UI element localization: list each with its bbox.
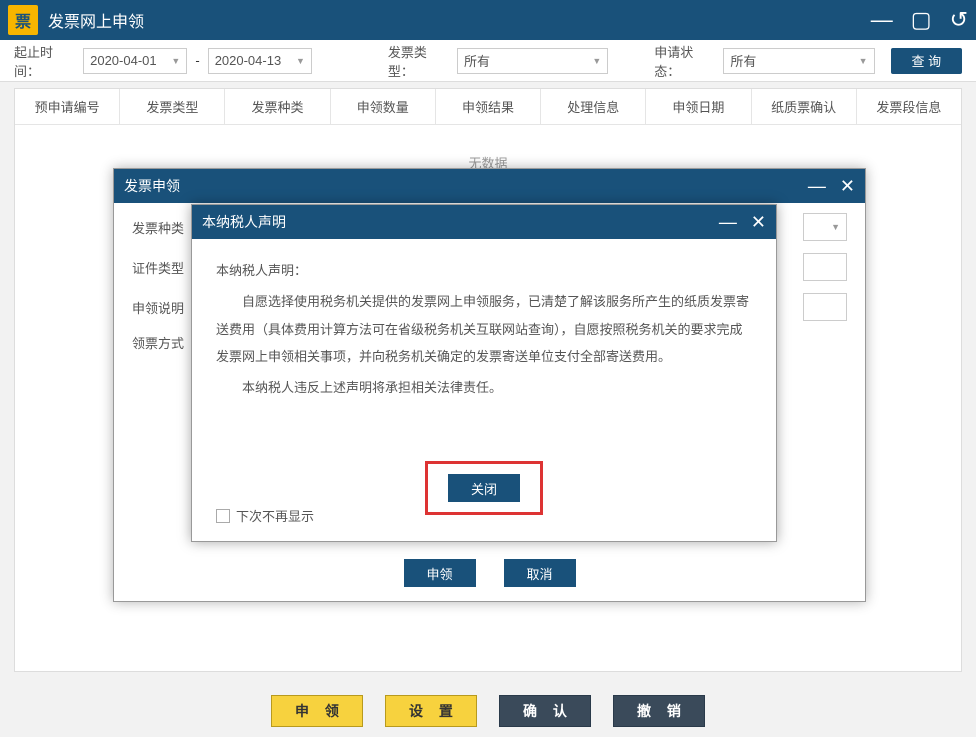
confirm-button[interactable]: 确 认 — [499, 695, 591, 727]
th-apply-date: 申领日期 — [646, 89, 751, 124]
revoke-button[interactable]: 撤 销 — [613, 695, 705, 727]
id-type-label: 证件类型 — [132, 258, 200, 277]
settings-button[interactable]: 设 置 — [385, 695, 477, 727]
declaration-paragraph-2: 本纳税人违反上述声明将承担相关法律责任。 — [216, 374, 752, 401]
declaration-dialog-titlebar: 本纳税人声明 — ✕ — [192, 205, 776, 239]
title-bar: 票 发票网上申领 — ▢ ↺ — [0, 0, 976, 40]
minimize-icon[interactable]: — — [719, 212, 737, 233]
table-header-row: 预申请编号 发票类型 发票种类 申领数量 申领结果 处理信息 申领日期 纸质票确… — [15, 89, 961, 125]
apply-button[interactable]: 申 领 — [271, 695, 363, 727]
apply-status-label: 申请状态： — [654, 42, 715, 80]
checkbox-icon — [216, 509, 230, 523]
extra-select[interactable]: ▼ — [803, 213, 847, 241]
minimize-icon[interactable]: — — [871, 7, 893, 33]
invoice-type-value: 所有 — [464, 51, 490, 70]
chevron-down-icon: ▼ — [171, 56, 180, 66]
extra-input-2[interactable] — [803, 293, 847, 321]
th-apply-qty: 申领数量 — [331, 89, 436, 124]
date-to-input[interactable]: 2020-04-13 ▼ — [208, 48, 312, 74]
declaration-dialog-title: 本纳税人声明 — [202, 212, 286, 232]
declaration-dialog: 本纳税人声明 — ✕ 本纳税人声明： 自愿选择使用税务机关提供的发票网上申领服务… — [191, 204, 777, 542]
query-button[interactable]: 查 询 — [891, 48, 962, 74]
th-invoice-kind: 发票种类 — [225, 89, 330, 124]
invoice-type-label: 发票类型： — [388, 42, 449, 80]
apply-status-select[interactable]: 所有 ▼ — [723, 48, 874, 74]
window-title: 发票网上申领 — [48, 8, 871, 32]
th-process-info: 处理信息 — [541, 89, 646, 124]
close-highlight-frame: 关闭 — [425, 461, 543, 515]
chevron-down-icon: ▼ — [592, 56, 601, 66]
th-apply-result: 申领结果 — [436, 89, 541, 124]
chevron-down-icon: ▼ — [831, 222, 840, 232]
maximize-icon[interactable]: ▢ — [911, 7, 932, 33]
apply-status-value: 所有 — [730, 51, 756, 70]
th-pre-apply-no: 预申请编号 — [15, 89, 120, 124]
date-from-value: 2020-04-01 — [90, 53, 157, 68]
declaration-paragraph-1: 自愿选择使用税务机关提供的发票网上申领服务，已清楚了解该服务所产生的纸质发票寄送… — [216, 288, 752, 370]
invoice-kind-label: 发票种类 — [132, 218, 200, 237]
dont-show-again-label: 下次不再显示 — [236, 506, 314, 525]
date-from-input[interactable]: 2020-04-01 ▼ — [83, 48, 187, 74]
dont-show-again-checkbox[interactable]: 下次不再显示 — [216, 506, 314, 525]
chevron-down-icon: ▼ — [859, 56, 868, 66]
close-icon[interactable]: ✕ — [840, 176, 855, 197]
th-invoice-type: 发票类型 — [120, 89, 225, 124]
th-paper-confirm: 纸质票确认 — [752, 89, 857, 124]
apply-desc-label: 申领说明 — [132, 298, 200, 317]
declaration-heading: 本纳税人声明： — [216, 257, 752, 284]
declaration-close-button[interactable]: 关闭 — [448, 474, 520, 502]
bottom-toolbar: 申 领 设 置 确 认 撤 销 — [0, 695, 976, 727]
close-icon[interactable]: ✕ — [751, 212, 766, 233]
filter-bar: 起止时间： 2020-04-01 ▼ - 2020-04-13 ▼ 发票类型： … — [0, 40, 976, 82]
app-logo: 票 — [8, 5, 38, 35]
receive-method-label: 领票方式 — [132, 333, 200, 352]
extra-input[interactable] — [803, 253, 847, 281]
chevron-down-icon: ▼ — [296, 56, 305, 66]
date-to-value: 2020-04-13 — [215, 53, 282, 68]
dialog-cancel-button[interactable]: 取消 — [504, 559, 576, 587]
apply-dialog-title: 发票申领 — [124, 176, 180, 196]
invoice-type-select[interactable]: 所有 ▼ — [457, 48, 608, 74]
minimize-icon[interactable]: — — [808, 176, 826, 197]
dialog-apply-button[interactable]: 申领 — [404, 559, 476, 587]
apply-dialog-titlebar: 发票申领 — ✕ — [114, 169, 865, 203]
back-icon[interactable]: ↺ — [950, 7, 968, 33]
th-segment-info: 发票段信息 — [857, 89, 961, 124]
date-range-label: 起止时间： — [14, 42, 75, 80]
